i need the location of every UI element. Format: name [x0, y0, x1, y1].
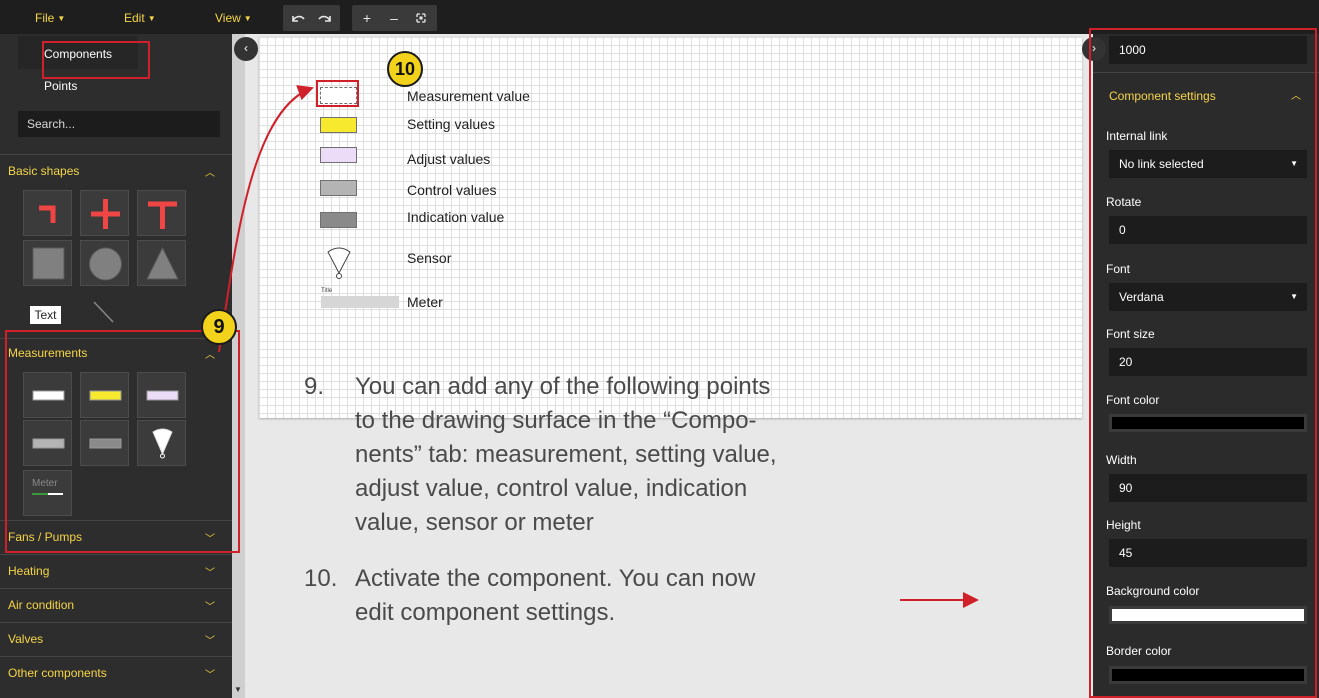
- step-badge-10: 10: [387, 51, 423, 87]
- annotation-arrows: [218, 85, 979, 608]
- step-badge-9: 9: [201, 309, 237, 345]
- arrow-to-canvas: [218, 85, 314, 353]
